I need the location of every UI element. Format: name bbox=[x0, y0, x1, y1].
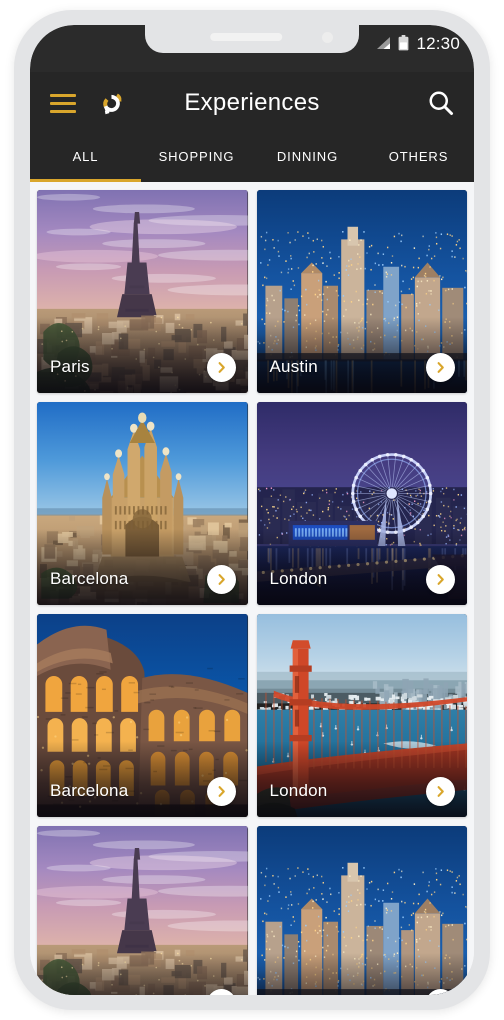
chevron-right-icon bbox=[437, 362, 444, 373]
card-title: London bbox=[269, 781, 328, 800]
category-tab-bar: ALL SHOPPING DINNING OTHERS bbox=[30, 134, 474, 182]
experience-card[interactable]: Barcelona bbox=[37, 614, 248, 817]
card-detail-button[interactable] bbox=[206, 565, 236, 594]
status-bar-indicators: 12:30 bbox=[375, 31, 460, 55]
card-title: Barcelona bbox=[50, 569, 129, 588]
chevron-right-icon bbox=[218, 362, 225, 373]
battery-icon bbox=[399, 35, 409, 51]
chevron-right-icon bbox=[218, 574, 225, 585]
experience-card[interactable]: Paris bbox=[37, 826, 248, 995]
tab-all[interactable]: ALL bbox=[30, 134, 141, 182]
tab-dinning[interactable]: DINNING bbox=[252, 134, 363, 182]
card-title: Paris bbox=[50, 993, 90, 995]
card-title: Austin bbox=[269, 357, 318, 376]
front-camera bbox=[322, 32, 333, 43]
card-title: Austin bbox=[270, 993, 318, 995]
card-title: Barcelona bbox=[50, 781, 129, 800]
experiences-list: Paris Austin Barcelona London Barcelona Londo… bbox=[30, 182, 474, 995]
phone-device-frame: 12:30 Experiences ALL SHOPPING DINNING O… bbox=[14, 10, 490, 1010]
experience-card[interactable]: London bbox=[256, 402, 467, 605]
app-logo-icon[interactable] bbox=[94, 86, 128, 120]
tab-shopping[interactable]: SHOPPING bbox=[141, 134, 252, 182]
chevron-right-icon bbox=[437, 786, 444, 797]
card-title: London bbox=[269, 569, 328, 588]
hamburger-menu-icon[interactable] bbox=[50, 93, 76, 113]
phone-screen: 12:30 Experiences ALL SHOPPING DINNING O… bbox=[30, 25, 474, 995]
tab-others[interactable]: OTHERS bbox=[363, 134, 474, 182]
card-detail-button[interactable] bbox=[426, 565, 455, 594]
tab-label: SHOPPING bbox=[158, 149, 235, 164]
experience-card[interactable]: Paris bbox=[37, 190, 248, 393]
app-bar: Experiences bbox=[30, 72, 474, 134]
experience-card-grid: Paris Austin Barcelona London Barcelona Londo… bbox=[37, 190, 467, 995]
experience-card[interactable]: Barcelona bbox=[37, 402, 248, 605]
tab-label: DINNING bbox=[276, 149, 339, 164]
phone-notch bbox=[145, 25, 359, 53]
experience-card[interactable]: London bbox=[256, 614, 467, 817]
experience-card[interactable]: Austin bbox=[256, 190, 467, 393]
card-detail-button[interactable] bbox=[426, 353, 455, 382]
chevron-right-icon bbox=[218, 786, 225, 797]
tab-label: OTHERS bbox=[388, 149, 449, 164]
card-photo bbox=[37, 826, 248, 995]
chevron-right-icon bbox=[437, 574, 444, 585]
status-bar-time: 12:30 bbox=[416, 33, 460, 53]
search-icon[interactable] bbox=[426, 88, 456, 118]
signal-triangle-icon bbox=[377, 37, 391, 49]
card-detail-button[interactable] bbox=[206, 777, 236, 806]
earpiece-speaker bbox=[210, 33, 283, 41]
card-detail-button[interactable] bbox=[206, 353, 236, 382]
tab-label: ALL bbox=[72, 149, 99, 164]
card-detail-button[interactable] bbox=[426, 777, 455, 806]
experience-card[interactable]: Austin bbox=[256, 826, 467, 995]
card-title: Paris bbox=[50, 357, 90, 376]
card-photo bbox=[256, 826, 467, 995]
status-bar: 12:30 bbox=[30, 25, 474, 72]
